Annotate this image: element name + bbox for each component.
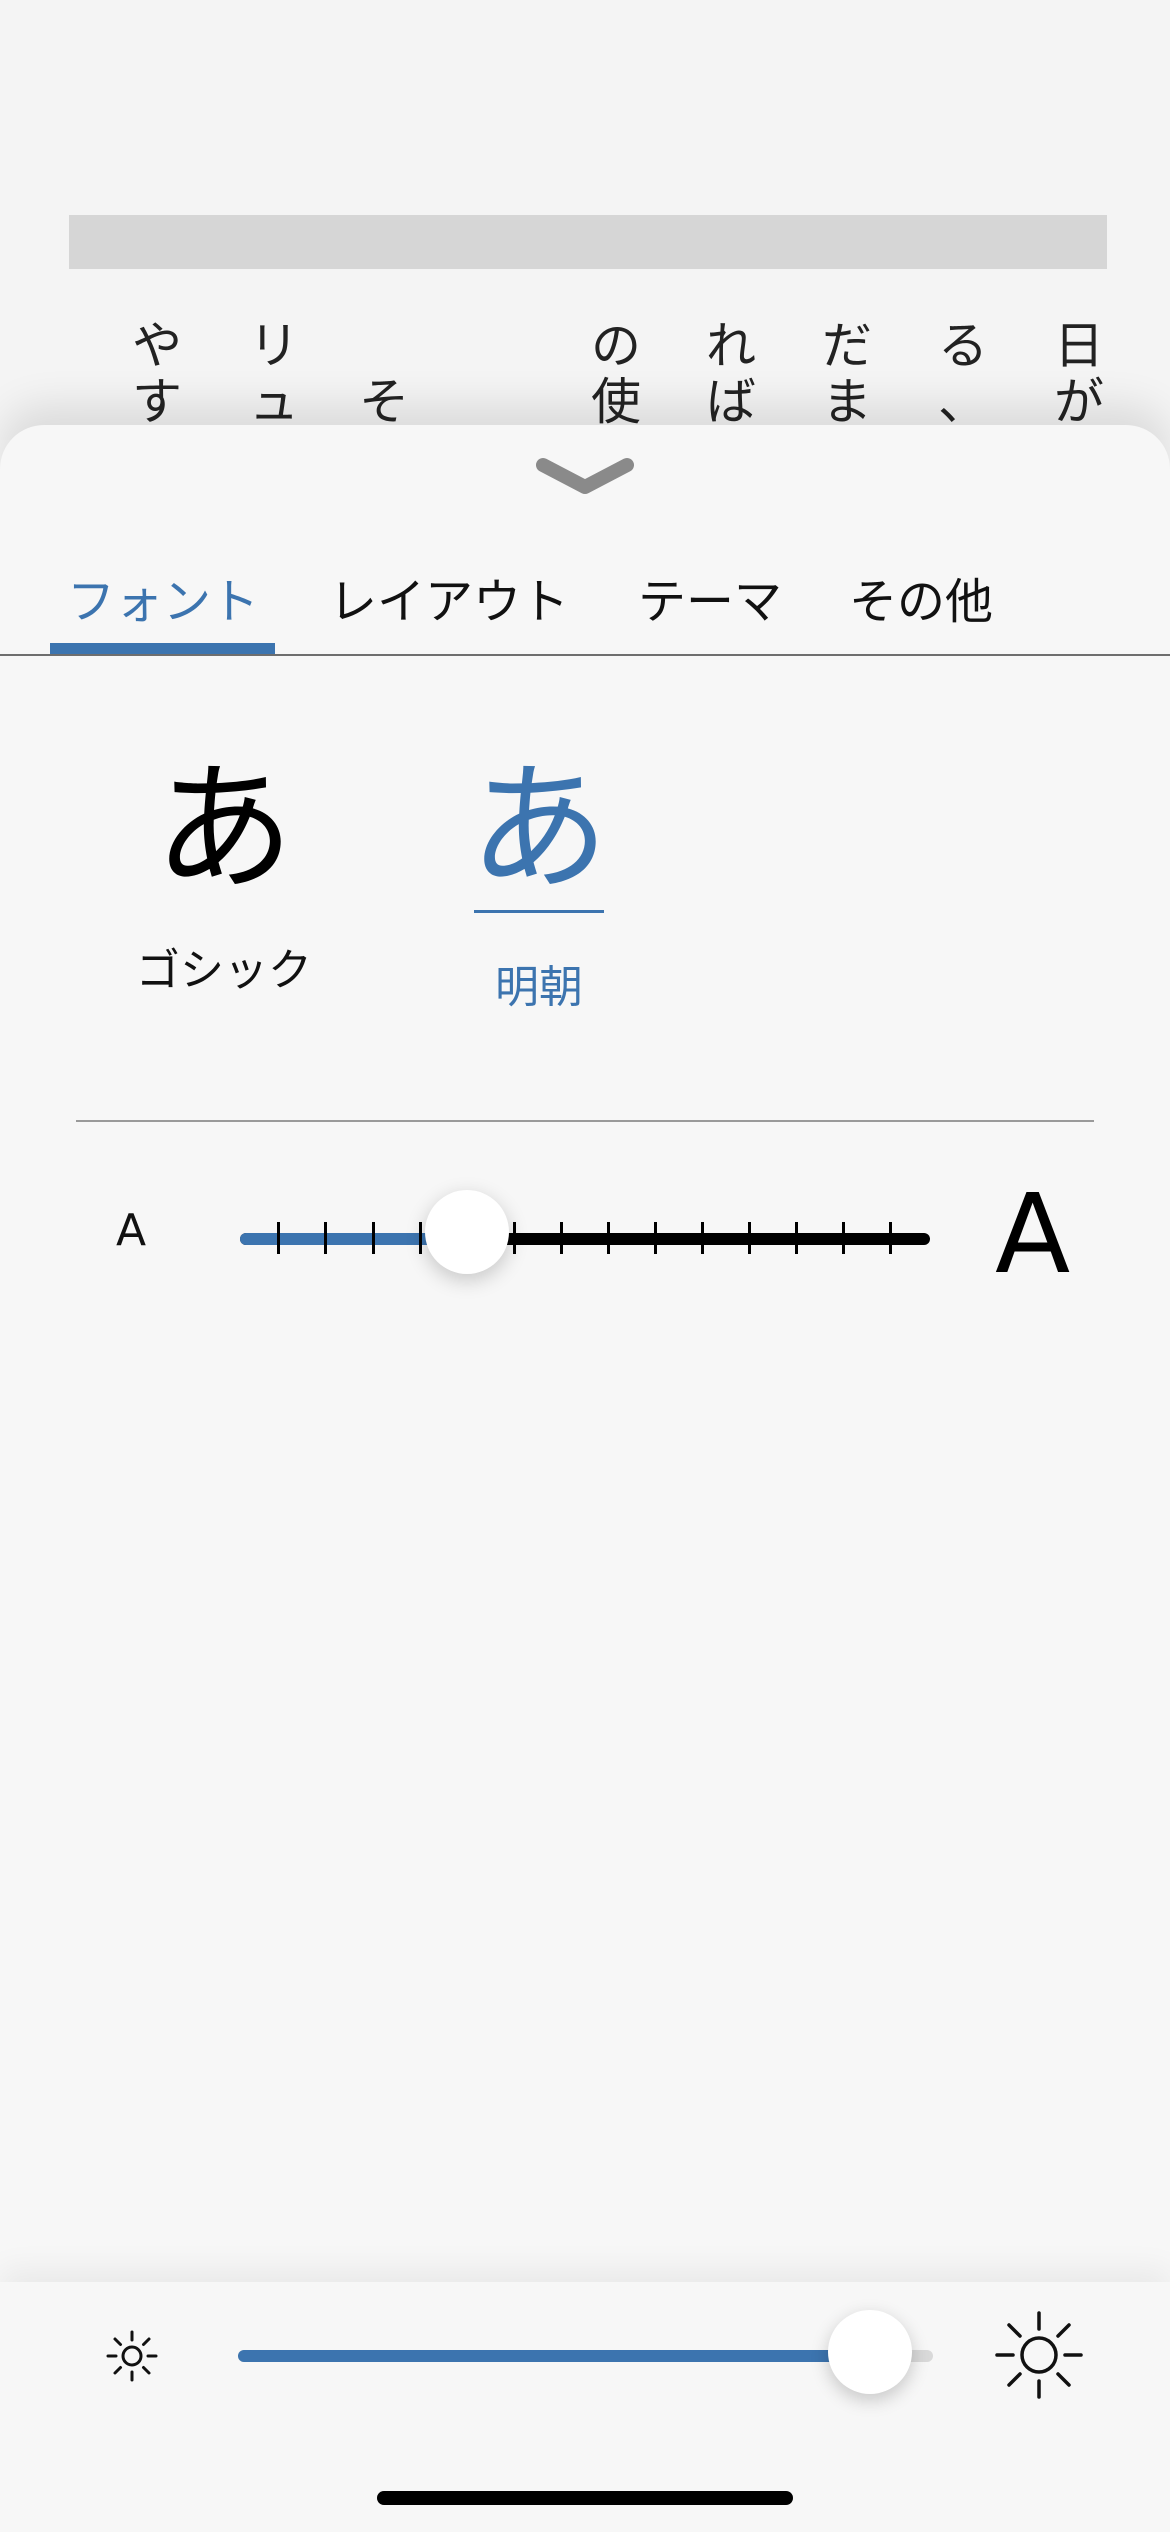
font-preview-glyph: あ xyxy=(468,748,609,911)
font-option-label: 明朝 xyxy=(495,962,583,1013)
text-char: す xyxy=(132,373,182,431)
slider-tick xyxy=(889,1222,892,1254)
font-option-label: ゴシック xyxy=(136,945,312,996)
text-column: 日が xyxy=(1049,318,1109,430)
font-size-max-label: A xyxy=(995,1170,1071,1298)
text-column: リュ xyxy=(244,318,304,430)
slider-tick xyxy=(701,1222,704,1254)
text-column: そ xyxy=(354,318,414,430)
text-char: の xyxy=(591,317,641,375)
text-char: れ xyxy=(706,317,756,375)
slider-tick xyxy=(748,1222,751,1254)
text-char: や xyxy=(132,317,182,375)
slider-tick xyxy=(842,1222,845,1254)
text-char: ュ xyxy=(249,373,299,431)
text-char: が xyxy=(1054,373,1104,431)
slider-tick xyxy=(654,1222,657,1254)
slider-tick xyxy=(795,1222,798,1254)
home-indicator[interactable] xyxy=(377,2491,793,2505)
sun-large-icon xyxy=(995,2311,1083,2399)
text-column: やす xyxy=(127,318,187,430)
text-column: の使 xyxy=(586,318,646,430)
font-size-slider-thumb[interactable] xyxy=(425,1190,509,1274)
slider-tick xyxy=(277,1222,280,1254)
slider-tick xyxy=(324,1222,327,1254)
chevron-down-icon[interactable] xyxy=(535,455,635,500)
slider-tick xyxy=(419,1222,422,1254)
settings-tabs: フォント レイアウト テーマ その他 xyxy=(0,540,1170,656)
font-option-gothic[interactable]: あ ゴシック xyxy=(124,750,324,998)
section-divider xyxy=(76,1120,1094,1122)
text-char: る xyxy=(938,317,988,375)
slider-tick xyxy=(513,1222,516,1254)
slider-tick xyxy=(607,1222,610,1254)
text-char: だ xyxy=(822,317,872,375)
text-column: だま xyxy=(817,318,877,430)
brightness-slider-fill xyxy=(238,2350,873,2362)
text-char: リ xyxy=(249,317,299,375)
tab-layout[interactable]: レイアウト xyxy=(329,562,569,632)
brightness-slider-thumb[interactable] xyxy=(828,2310,912,2394)
slider-tick xyxy=(560,1222,563,1254)
text-char: 使 xyxy=(591,373,641,431)
text-char xyxy=(354,318,414,374)
text-char: そ xyxy=(359,373,409,431)
tab-font[interactable]: フォント xyxy=(67,562,259,632)
text-char: 日 xyxy=(1054,317,1104,375)
text-char: 、 xyxy=(938,373,988,431)
sun-small-icon xyxy=(106,2330,158,2382)
text-char: ば xyxy=(706,373,756,431)
font-preview-glyph: あ xyxy=(153,748,294,911)
tab-other[interactable]: その他 xyxy=(849,562,993,632)
settings-sheet xyxy=(0,425,1170,2532)
text-char: ま xyxy=(822,373,872,431)
tab-theme[interactable]: テーマ xyxy=(638,562,782,632)
slider-tick xyxy=(372,1222,375,1254)
active-tab-indicator xyxy=(50,643,275,654)
text-column: る、 xyxy=(933,318,993,430)
font-size-min-label: A xyxy=(116,1205,147,1256)
font-option-mincho[interactable]: あ 明朝 xyxy=(464,750,614,1015)
text-column: れば xyxy=(701,318,761,430)
reader-header-bar xyxy=(69,215,1107,269)
